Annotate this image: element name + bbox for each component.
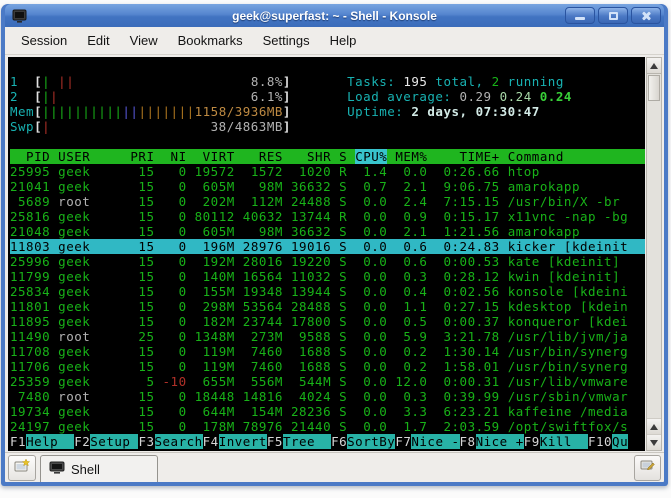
process-row[interactable]: 25816 geek 15 0 80112 40632 13744 R 0.0 …	[10, 209, 645, 224]
process-row[interactable]: 19734 geek 15 0 644M 154M 28236 S 0.0 3.…	[10, 404, 645, 419]
minimize-button[interactable]	[565, 7, 595, 24]
maximize-button[interactable]	[598, 7, 628, 24]
scroll-thumb[interactable]	[648, 75, 660, 101]
process-row-selected[interactable]: 11803 geek 15 0 196M 28976 19016 S 0.0 0…	[10, 239, 645, 254]
process-row[interactable]: 25996 geek 15 0 192M 28016 19220 S 0.0 0…	[10, 254, 645, 269]
menu-item-edit[interactable]: Edit	[77, 30, 119, 51]
column-header-virt[interactable]: VIRT	[195, 149, 235, 164]
function-key-bar: F1Help F2Setup F3SearchF4InvertF5Tree F6…	[10, 434, 645, 449]
column-header-mem[interactable]: MEM%	[395, 149, 427, 164]
fkey-f10-qu[interactable]: F10Qu	[588, 434, 629, 449]
arrow-up-icon	[650, 62, 658, 69]
process-row[interactable]: 11706 geek 15 0 119M 7460 1688 S 0.0 0.2…	[10, 359, 645, 374]
load-average-line: Load average: 0.29 0.24 0.24	[347, 89, 572, 104]
terminal-screen[interactable]: 1 [| || 8.8%] Tasks: 195 total, 2 runnin…	[8, 57, 645, 451]
process-row[interactable]: 11801 geek 15 0 298M 53564 28488 S 0.0 1…	[10, 299, 645, 314]
close-icon	[641, 11, 651, 21]
column-header-cpu[interactable]: CPU%	[355, 149, 388, 164]
close-button[interactable]	[631, 7, 661, 24]
minimize-icon	[575, 17, 585, 20]
process-row[interactable]: 11799 geek 15 0 140M 16564 11032 S 0.0 0…	[10, 269, 645, 284]
process-row[interactable]: 11708 geek 15 0 119M 7460 1688 S 0.0 0.2…	[10, 344, 645, 359]
arrow-down-icon	[650, 439, 658, 446]
scroll-up-button-bottom[interactable]	[647, 418, 661, 434]
scroll-down-button[interactable]	[647, 434, 661, 450]
process-row[interactable]: 11490 root 25 0 1348M 273M 9588 S 0.0 5.…	[10, 329, 645, 344]
process-row[interactable]: 11895 geek 15 0 182M 23744 17800 S 0.0 0…	[10, 314, 645, 329]
window-body: Session Edit View Bookmarks Settings Help 1 […	[5, 27, 664, 482]
cpu1-meter: 1 [| || 8.8%] Tasks: 195 total, 2 runnin…	[10, 74, 564, 89]
title-bar[interactable]: geek@superfast: ~ - Shell - Konsole	[5, 4, 664, 27]
process-row[interactable]: 25834 geek 15 0 155M 19348 13944 S 0.0 0…	[10, 284, 645, 299]
session-list-icon	[640, 459, 655, 477]
column-header-user[interactable]: USER	[58, 149, 130, 164]
process-table-header[interactable]: PID USER PRI NI VIRT RES SHR S CPU% MEM%…	[10, 149, 645, 164]
fkey-f4-invert[interactable]: F4Invert	[203, 434, 267, 449]
fkey-f1-help[interactable]: F1Help	[10, 434, 75, 449]
menu-item-view[interactable]: View	[120, 30, 168, 51]
uptime-line: Uptime: 2 days, 07:30:47	[347, 104, 540, 119]
konsole-app-icon	[12, 8, 28, 23]
process-row[interactable]: 21048 geek 15 0 605M 98M 36632 S 0.0 2.1…	[10, 224, 645, 239]
column-header-res[interactable]: RES	[243, 149, 283, 164]
process-row[interactable]: 24197 geek 15 0 178M 78976 21440 S 0.0 1…	[10, 419, 645, 434]
tab-shell[interactable]: Shell	[40, 455, 158, 482]
column-header-ni[interactable]: NI	[163, 149, 187, 164]
column-header-command[interactable]: Command	[508, 149, 636, 164]
process-row[interactable]: 25995 geek 15 0 19572 1572 1020 R 1.4 0.…	[10, 164, 645, 179]
tasks-line: Tasks: 195 total, 2 running	[347, 74, 564, 89]
process-row[interactable]: 25359 geek 5 -10 655M 556M 544M S 0.0 12…	[10, 374, 645, 389]
process-row[interactable]: 7480 root 15 0 18448 14816 4024 S 0.0 0.…	[10, 389, 645, 404]
session-list-button[interactable]	[634, 455, 661, 481]
column-header-time+[interactable]: TIME+	[435, 149, 500, 164]
column-header-pid[interactable]: PID	[10, 149, 50, 164]
swp-meter: Swp[| 38/4863MB]	[10, 119, 291, 134]
content-area: 1 [| || 8.8%] Tasks: 195 total, 2 runnin…	[5, 55, 664, 452]
menu-item-session[interactable]: Session	[11, 30, 77, 51]
column-header-s[interactable]: S	[339, 149, 347, 164]
fkey-f7-nice-[interactable]: F7Nice -	[395, 434, 460, 449]
scrollbar[interactable]	[646, 57, 662, 451]
scroll-up-button[interactable]	[647, 58, 661, 74]
menu-item-bookmarks[interactable]: Bookmarks	[168, 30, 253, 51]
column-header-pri[interactable]: PRI	[130, 149, 154, 164]
menu-item-settings[interactable]: Settings	[253, 30, 320, 51]
process-row[interactable]: 5689 root 15 0 202M 112M 24488 S 0.0 2.4…	[10, 194, 645, 209]
fkey-f8-nice+[interactable]: F8Nice +	[460, 434, 524, 449]
scroll-track[interactable]	[647, 102, 661, 418]
mem-meter: Mem[|||||||||||||||||||1158/3936MB] Upti…	[10, 104, 540, 119]
process-row[interactable]: 21041 geek 15 0 605M 98M 36632 S 0.7 2.1…	[10, 179, 645, 194]
fkey-f6-sortby[interactable]: F6SortBy	[331, 434, 396, 449]
fkey-f2-setup[interactable]: F2Setup	[74, 434, 139, 449]
new-session-button[interactable]	[8, 455, 36, 481]
fkey-f9-kill[interactable]: F9Kill	[524, 434, 588, 449]
fkey-f5-tree[interactable]: F5Tree	[267, 434, 332, 449]
konsole-window: geek@superfast: ~ - Shell - Konsole Sess…	[1, 4, 668, 486]
new-session-icon	[14, 458, 31, 478]
menu-item-help[interactable]: Help	[320, 30, 367, 51]
column-header-shr[interactable]: SHR	[291, 149, 331, 164]
terminal-tab-icon	[49, 461, 65, 477]
fkey-f3-search[interactable]: F3Search	[138, 434, 203, 449]
window-controls	[565, 7, 661, 24]
arrow-up-icon	[650, 423, 658, 430]
menu-bar: Session Edit View Bookmarks Settings Help	[5, 27, 664, 55]
tab-label: Shell	[71, 461, 100, 477]
session-tab-bar: Shell	[5, 452, 664, 482]
cpu2-meter: 2 [|| 6.1%] Load average: 0.29 0.24 0.24	[10, 89, 572, 104]
maximize-icon	[608, 11, 618, 20]
